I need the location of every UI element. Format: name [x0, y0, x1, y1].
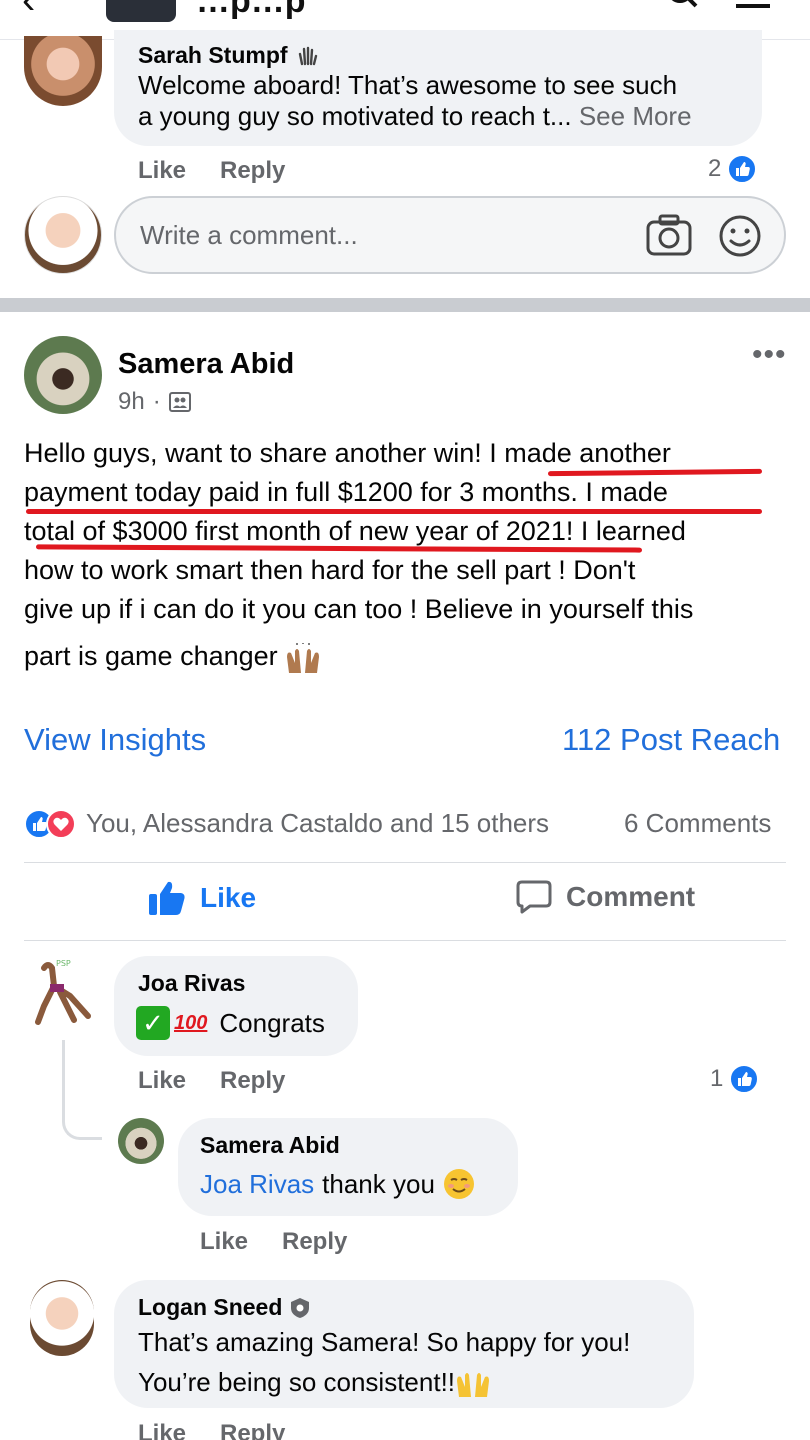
like-action[interactable]: Like: [200, 1228, 248, 1256]
comment-author[interactable]: Sarah Stumpf: [138, 42, 288, 69]
admin-badge-icon: [291, 1297, 310, 1318]
like-button[interactable]: Like: [148, 880, 256, 916]
reply-thread-line: [62, 1040, 102, 1140]
comment-text: a young guy so motivated to reach t...: [138, 101, 572, 131]
raised-hands-icon: [457, 1373, 490, 1397]
like-reaction-icon: [727, 154, 758, 184]
avatar[interactable]: [24, 336, 102, 414]
post-text-line: how to work smart then hard for the sell…: [24, 555, 636, 585]
menu-icon[interactable]: [736, 0, 770, 8]
comment-author[interactable]: Joa Rivas: [138, 970, 245, 997]
divider: [24, 862, 786, 863]
see-more-link[interactable]: See More: [579, 101, 692, 131]
post-author[interactable]: Samera Abid: [118, 348, 294, 381]
comment-input[interactable]: Write a comment...: [114, 196, 786, 274]
like-action[interactable]: Like: [138, 157, 186, 185]
highlight-underline: [26, 509, 762, 514]
comment-text: thank you: [322, 1168, 435, 1199]
camera-icon[interactable]: [646, 214, 692, 256]
comment-bubble: Sarah Stumpf Welcome aboard! That’s awes…: [114, 30, 762, 146]
back-icon[interactable]: ‹: [22, 0, 35, 23]
hundred-emoji-icon: 100: [174, 1011, 208, 1034]
post-text-line: part is game changer: [24, 641, 278, 671]
group-privacy-icon: [168, 392, 191, 412]
like-reaction-icon: [729, 1064, 760, 1094]
like-action[interactable]: Like: [138, 1420, 186, 1440]
comment-button-label: Comment: [566, 881, 696, 912]
avatar[interactable]: [30, 1280, 94, 1356]
comment-author[interactable]: Samera Abid: [200, 1132, 340, 1159]
comment-button[interactable]: Comment: [516, 880, 695, 914]
search-icon[interactable]: [668, 0, 698, 10]
mention-link[interactable]: Joa Rivas: [200, 1169, 314, 1200]
feed-divider: [0, 298, 810, 312]
comment-text: You’re being so consistent!!: [138, 1367, 456, 1397]
comment-bubble: Samera Abid Joa Rivas thank you: [178, 1118, 518, 1216]
reply-action[interactable]: Reply: [220, 157, 285, 185]
reaction-count[interactable]: 2: [708, 154, 758, 184]
view-insights-link[interactable]: View Insights: [24, 722, 206, 758]
divider: [24, 940, 786, 941]
post-meta: 9h ·: [118, 388, 191, 416]
comments-count[interactable]: 6 Comments: [624, 808, 771, 839]
heart-reaction-icon: [46, 808, 76, 839]
comment-bubble: Joa Rivas ✓ 100 Congrats: [114, 956, 358, 1056]
comment-text: That’s amazing Samera! So happy for you!: [138, 1327, 631, 1357]
post-text-line: payment today paid in full $1200 for 3 m…: [24, 477, 668, 507]
post-time[interactable]: 9h: [118, 388, 145, 416]
check-emoji-icon: ✓: [136, 1006, 170, 1040]
like-button-label: Like: [200, 882, 257, 913]
comment-bubble: Logan Sneed That’s amazing Samera! So ha…: [114, 1280, 694, 1408]
reactions-names[interactable]: You, Alessandra Castaldo and 15 others: [86, 808, 549, 839]
post-text-line: Hello guys, want to share another win! I…: [24, 438, 671, 468]
avatar[interactable]: [24, 36, 102, 106]
comment-text: Welcome aboard! That’s awesome to see su…: [138, 70, 678, 100]
post-text-line: give up if i can do it you can too ! Bel…: [24, 594, 694, 624]
more-icon[interactable]: •••: [752, 338, 787, 372]
svg-text:PSP: PSP: [56, 959, 71, 968]
comment-icon: [516, 880, 552, 914]
reply-action[interactable]: Reply: [282, 1228, 347, 1256]
raised-hands-icon: [287, 642, 320, 673]
smiley-icon[interactable]: [718, 214, 762, 258]
reactions-summary[interactable]: You, Alessandra Castaldo and 15 others: [24, 808, 549, 839]
reaction-count[interactable]: 1: [710, 1064, 760, 1094]
group-thumbnail[interactable]: [106, 0, 176, 22]
avatar[interactable]: PSP: [30, 956, 100, 1028]
blush-emoji-icon: [443, 1169, 474, 1199]
group-title[interactable]: …p…p: [196, 0, 306, 21]
reply-action[interactable]: Reply: [220, 1067, 285, 1095]
meta-separator: ·: [152, 388, 161, 415]
wave-icon: [298, 46, 317, 65]
reaction-count-value: 1: [710, 1065, 724, 1092]
thumbs-up-icon: [149, 881, 185, 915]
comment-text: Congrats: [219, 1007, 325, 1038]
comment-author[interactable]: Logan Sneed: [138, 1294, 282, 1321]
post-reach-link[interactable]: 112 Post Reach: [562, 722, 780, 758]
like-action[interactable]: Like: [138, 1067, 186, 1095]
avatar[interactable]: [118, 1118, 164, 1164]
reaction-count-value: 2: [708, 155, 722, 182]
comment-input-placeholder: Write a comment...: [140, 220, 358, 250]
reply-action[interactable]: Reply: [220, 1420, 285, 1440]
avatar[interactable]: [24, 196, 102, 274]
